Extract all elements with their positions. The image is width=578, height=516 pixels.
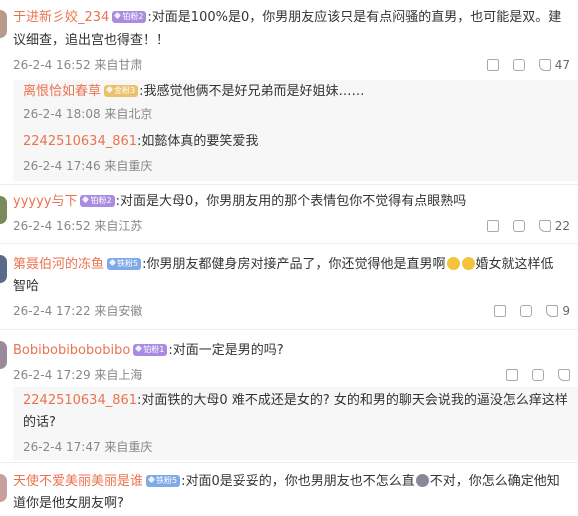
fan-badge: 铂粉2 xyxy=(80,195,115,207)
divider xyxy=(0,184,578,185)
comment-text: :对面是100%是0，你男朋友应该只是有点闷骚的直男，也可能是双。建 xyxy=(147,10,562,25)
like-count: 9 xyxy=(562,304,570,318)
comment-meta: 26-2-4 17:22 来自安徽 xyxy=(13,304,143,318)
reply-text: :我感觉他俩不是好兄弟而是好姐妹…… xyxy=(139,84,365,99)
reply-username[interactable]: 2242510634_861 xyxy=(23,134,137,149)
avatar[interactable] xyxy=(0,255,7,283)
comment-actions: 22 xyxy=(473,217,570,235)
comment-username[interactable]: 第聂伯河的冻鱼 xyxy=(13,257,104,272)
comment-text: :对面0是妥妥的，你也男朋友也不怎么直 xyxy=(181,474,415,489)
comment-text: :对面一定是男的吗? xyxy=(168,343,284,358)
comment-meta: 26-2-4 16:52 来自江苏 xyxy=(13,219,143,233)
reply-thread: 2242510634_861:对面铁的大母0 难不成还是女的? 女的和男的聊天会… xyxy=(13,387,578,460)
reply-username[interactable]: 2242510634_861 xyxy=(23,393,137,408)
share-icon[interactable] xyxy=(494,305,507,317)
like-icon[interactable] xyxy=(538,59,551,71)
comment-text: 不对，你怎么确定他知 xyxy=(429,474,560,489)
reply-meta: 26-2-4 17:47 来自重庆 xyxy=(23,440,153,454)
comment-icon[interactable] xyxy=(512,59,525,71)
reply-text: :对面铁的大母0 难不成还是女的? 女的和男的聊天会说我的逼没怎么痒这样 xyxy=(137,393,568,408)
share-icon[interactable] xyxy=(486,220,499,232)
comment-username[interactable]: Bobibobibobobibo xyxy=(13,343,130,358)
laugh-emoji-icon xyxy=(461,257,475,270)
avatar[interactable] xyxy=(0,10,7,38)
like-count: 22 xyxy=(554,219,570,233)
share-icon[interactable] xyxy=(506,369,518,381)
divider xyxy=(0,462,578,463)
comment-actions: 9 xyxy=(480,302,570,320)
fan-badge: 铁粉5 xyxy=(107,258,142,270)
reply-thread: 离恨恰如春草 金粉3:我感觉他俩不是好兄弟而是好姐妹…… 26-2-4 18:08… xyxy=(13,80,578,181)
avatar[interactable] xyxy=(0,474,7,502)
reply-meta: 26-2-4 17:46 来自重庆 xyxy=(23,159,153,173)
fan-badge: 金粉3 xyxy=(104,85,139,97)
emoji-icon xyxy=(415,474,429,487)
divider xyxy=(0,243,578,244)
share-icon[interactable] xyxy=(486,59,499,71)
avatar[interactable] xyxy=(0,196,7,224)
comment-text-cont: 智哈 xyxy=(13,279,40,294)
fan-badge: 铁粉5 xyxy=(146,475,181,487)
comment-icon[interactable] xyxy=(532,369,544,381)
reply-text-cont: 的话? xyxy=(23,415,56,430)
comment-meta: 26-2-4 17:29 来自上海 xyxy=(13,368,143,382)
fan-badge: 铂粉2 xyxy=(112,11,147,23)
divider xyxy=(0,329,578,330)
comment-username[interactable]: 于进新彡姣_234 xyxy=(13,10,109,25)
like-icon[interactable] xyxy=(538,220,551,232)
comment-text: :对面是大母0，你男朋友用的那个表情包你不觉得有点眼熟吗 xyxy=(115,194,467,209)
comment-text-cont: 议细查，追出宫也得查！！ xyxy=(13,33,170,48)
comment-meta: 26-2-4 16:52 来自甘肃 xyxy=(13,58,143,72)
reply-text: :如懿体真的要笑爱我 xyxy=(137,134,259,149)
reply-meta: 26-2-4 18:08 来自北京 xyxy=(23,107,153,121)
fan-badge: 铂粉1 xyxy=(133,344,168,356)
comment-text: 婚女就这样低 xyxy=(475,257,554,272)
like-icon[interactable] xyxy=(558,369,570,381)
comment-actions xyxy=(492,366,570,384)
comment-icon[interactable] xyxy=(512,220,525,232)
comment-icon[interactable] xyxy=(520,305,533,317)
comment-username[interactable]: 天使不爱美丽美丽是谁 xyxy=(13,474,143,489)
comment-text: :你男朋友都健身房对接产品了，你还觉得他是直男啊 xyxy=(142,257,446,272)
laugh-emoji-icon xyxy=(446,257,460,270)
like-icon[interactable] xyxy=(546,305,559,317)
comment-actions: 47 xyxy=(473,56,570,74)
reply-username[interactable]: 离恨恰如春草 xyxy=(23,84,101,99)
comment-username[interactable]: yyyyy与下 xyxy=(13,194,77,209)
like-count: 47 xyxy=(554,58,570,72)
comment-text-cont: 道你是他女朋友啊? xyxy=(13,496,124,511)
avatar[interactable] xyxy=(0,341,7,369)
